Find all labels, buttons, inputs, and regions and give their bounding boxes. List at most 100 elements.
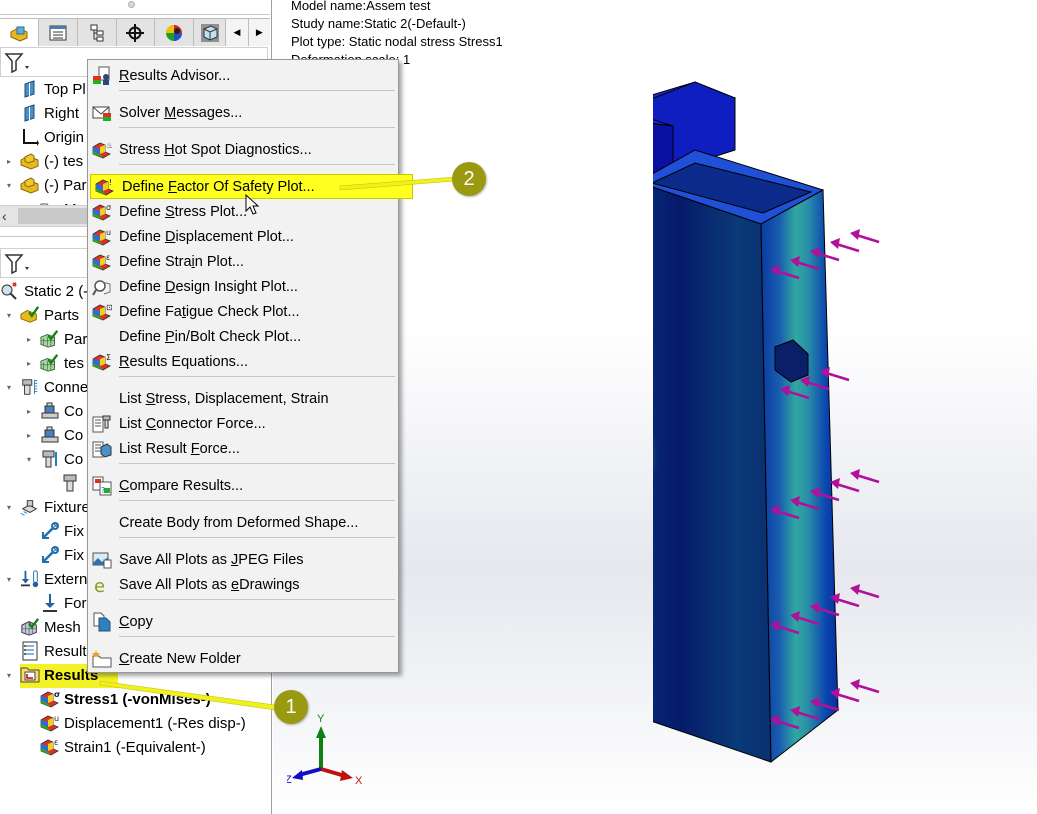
- bolt-connector-icon: [40, 449, 60, 469]
- study-tree-item[interactable]: Fix: [24, 519, 84, 543]
- jpeg-image-icon: [92, 550, 112, 570]
- study-tree-item[interactable]: ▸ Co: [24, 399, 83, 423]
- menu-item-results-advisor[interactable]: Results Advisor...: [88, 63, 398, 88]
- menu-item-label: List Result Force...: [119, 440, 240, 457]
- menu-item-label: Define Factor Of Safety Plot...: [122, 178, 315, 195]
- study-tree-item[interactable]: Fix: [24, 543, 84, 567]
- expander-icon[interactable]: ▾: [4, 671, 14, 680]
- expander-icon[interactable]: ▸: [24, 407, 34, 416]
- feature-tree-item[interactable]: Right: [20, 101, 79, 125]
- study-tree-item[interactable]: Mesh: [4, 615, 81, 639]
- tab-feature-manager[interactable]: [0, 19, 39, 46]
- study-tree-item[interactable]: ▾ Parts: [4, 303, 79, 327]
- expander-icon[interactable]: ▾: [4, 311, 14, 320]
- tab-scroll-left-button[interactable]: ◀: [225, 19, 248, 46]
- stress-plot-model[interactable]: [653, 70, 973, 770]
- static-study-icon: [0, 281, 20, 301]
- menu-item-label: Define Stress Plot...: [119, 203, 248, 220]
- expander-icon[interactable]: ▸: [4, 157, 14, 166]
- callout-1: 1: [274, 690, 308, 724]
- results-folder-item[interactable]: ▾ Results: [4, 663, 98, 687]
- feature-tree-item[interactable]: ▾ (-) Par: [4, 173, 87, 197]
- expander-icon[interactable]: ▾: [4, 575, 14, 584]
- study-tree-item[interactable]: ▸ tes: [24, 351, 84, 375]
- panel-splitter-handle[interactable]: [128, 1, 135, 8]
- menu-item-create-new-folder[interactable]: Create New Folder: [88, 646, 398, 671]
- study-tree-item[interactable]: Static 2 (-: [0, 279, 88, 303]
- study-tree-item[interactable]: ▾ Extern: [4, 567, 87, 591]
- menu-item-list-result-force[interactable]: List Result Force...: [88, 436, 398, 461]
- appearance-ball-icon: [166, 24, 183, 41]
- menu-item-solver-messages[interactable]: Solver Messages...: [88, 100, 398, 125]
- study-tree-item[interactable]: ▸ Par: [24, 327, 87, 351]
- menu-item-define-design-insight-plot[interactable]: Define Design Insight Plot...: [88, 274, 398, 299]
- scroll-left-icon[interactable]: ‹: [2, 208, 7, 224]
- expander-icon[interactable]: ▸: [24, 335, 34, 344]
- menu-item-stress-hot-spot-diagnostics[interactable]: ♨ Stress Hot Spot Diagnostics...: [88, 137, 398, 162]
- menu-item-label: Solver Messages...: [119, 104, 243, 121]
- menu-item-define-fatigue-check-plot[interactable]: ⊡ Define Fatigue Check Plot...: [88, 299, 398, 324]
- expander-icon[interactable]: ▸: [24, 359, 34, 368]
- meshed-part-icon: [40, 353, 60, 373]
- scrollbar-thumb[interactable]: [18, 208, 90, 224]
- bolt-icon: [60, 473, 80, 493]
- menu-item-label: Define Strain Plot...: [119, 253, 244, 270]
- study-tree-item[interactable]: For: [24, 591, 87, 615]
- menu-item-save-all-plots-as-edrawings[interactable]: e Save All Plots as eDrawings: [88, 572, 398, 597]
- tree-item-label: Co: [64, 402, 84, 420]
- tab-property-manager[interactable]: [38, 19, 78, 46]
- menu-item-label: Create New Folder: [119, 650, 241, 667]
- callout-2: 2: [452, 162, 486, 196]
- tree-item-label: For: [64, 594, 87, 612]
- study-tree-item[interactable]: ▾ Fixture: [4, 495, 90, 519]
- menu-item-create-body-from-deformed-shape[interactable]: Create Body from Deformed Shape...: [88, 510, 398, 535]
- menu-item-define-pin-bolt-check-plot[interactable]: Define Pin/Bolt Check Plot...: [88, 324, 398, 349]
- menu-item-define-factor-of-safety-plot[interactable]: ! Define Factor Of Safety Plot...: [90, 174, 413, 199]
- expander-icon[interactable]: ▾: [4, 181, 14, 190]
- menu-item-list-stress-displacement-strain[interactable]: List Stress, Displacement, Strain: [88, 386, 398, 411]
- box-front-face: [653, 186, 772, 763]
- tab-configuration-manager[interactable]: [77, 19, 117, 46]
- menu-item-results-equations[interactable]: Σ Results Equations...: [88, 349, 398, 374]
- expander-icon[interactable]: ▾: [4, 503, 14, 512]
- feature-tree-item[interactable]: Top Pl: [20, 77, 86, 101]
- study-tree-item[interactable]: ▾ Conne: [4, 375, 88, 399]
- expander-icon[interactable]: ▾: [4, 383, 14, 392]
- study-tree-item[interactable]: u Displacement1 (-Res disp-): [24, 711, 246, 735]
- menu-separator: [119, 599, 395, 600]
- menu-item-define-stress-plot[interactable]: σ Define Stress Plot...: [88, 199, 398, 224]
- feature-tree-item[interactable]: ▸ (-) tes: [4, 149, 83, 173]
- menu-item-copy[interactable]: Copy: [88, 609, 398, 634]
- study-tree-item[interactable]: ▸ Co: [24, 423, 83, 447]
- menu-item-compare-results[interactable]: ? Compare Results...: [88, 473, 398, 498]
- tab-scroll-right-button[interactable]: ▶: [247, 19, 270, 46]
- menu-item-label: Results Equations...: [119, 353, 248, 370]
- tab-display-manager[interactable]: [155, 19, 195, 46]
- expander-icon[interactable]: ▾: [24, 455, 34, 464]
- tree-item-label: Top Pl: [44, 80, 86, 98]
- triad-z-label: Z: [287, 774, 292, 786]
- menu-item-define-strain-plot[interactable]: ε Define Strain Plot...: [88, 249, 398, 274]
- displacement-plot-icon: u: [40, 713, 60, 733]
- feature-tree-item[interactable]: Origin: [20, 125, 84, 149]
- study-tree-item[interactable]: ▾ Co: [24, 447, 83, 471]
- part-icon: [20, 175, 40, 195]
- expander-icon[interactable]: ▸: [24, 431, 34, 440]
- model-name-text: Model name:Assem test: [291, 0, 431, 13]
- tree-item-label: Extern: [44, 570, 88, 588]
- tab-dimxpert-manager[interactable]: [116, 19, 156, 46]
- study-tree-item[interactable]: ε Strain1 (-Equivalent-): [24, 735, 206, 759]
- menu-item-list-connector-force[interactable]: List Connector Force...: [88, 411, 398, 436]
- menu-item-label: Results Advisor...: [119, 67, 231, 84]
- tree-item-label: Co: [64, 450, 84, 468]
- menu-item-save-all-plots-as-jpeg-files[interactable]: Save All Plots as JPEG Files: [88, 547, 398, 572]
- study-tree-item[interactable]: Result: [4, 639, 87, 663]
- copy-icon: [92, 612, 112, 632]
- study-tree-item[interactable]: [44, 471, 84, 495]
- tree-item-label: Conne: [44, 378, 89, 396]
- menu-item-define-displacement-plot[interactable]: u Define Displacement Plot...: [88, 224, 398, 249]
- tab-simulation[interactable]: [194, 19, 226, 46]
- study-tree-item[interactable]: σ Stress1 (-vonMises-): [24, 687, 211, 711]
- strain-plot-icon: ε: [40, 737, 60, 757]
- menu-separator: [119, 500, 395, 501]
